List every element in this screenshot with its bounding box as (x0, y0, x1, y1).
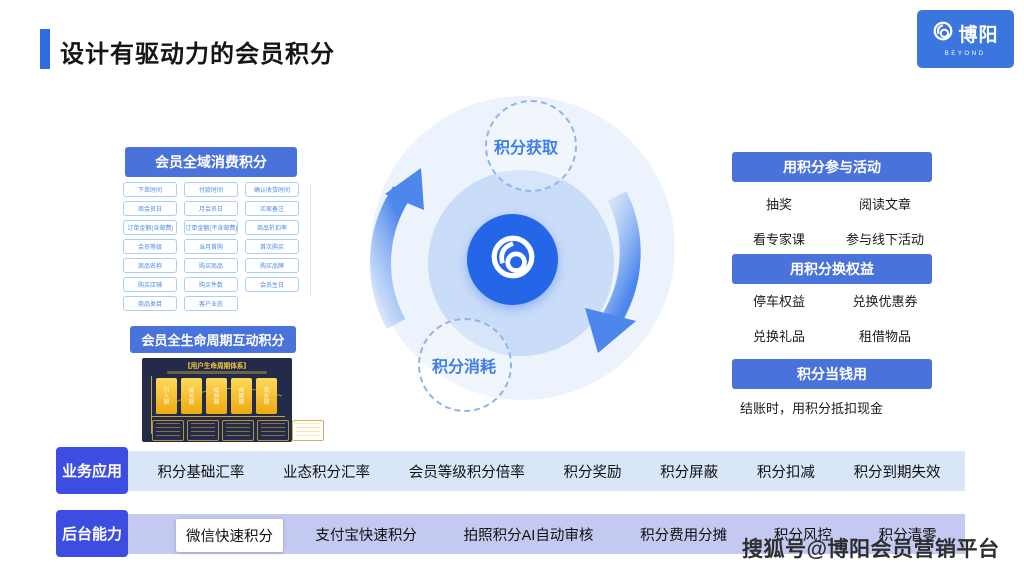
cycle-core-logo (467, 214, 558, 305)
lifecycle-stage-card: 成长期 (181, 378, 202, 414)
lifecycle-stage-card: 引入期 (156, 378, 177, 414)
panel-header-points-as-cash: 积分当钱用 (732, 359, 932, 389)
grid-cell: 商品类目 (123, 296, 177, 311)
beyond-logo-icon (932, 20, 954, 47)
panel-header-activities: 用积分参与活动 (732, 152, 932, 182)
lifecycle-caption-box (257, 420, 289, 441)
business-app-item: 积分基础汇率 (157, 461, 244, 482)
divider (310, 184, 311, 297)
lifecycle-chart-image: 【用户生命周期体系】 引入期成长期成熟期休眠期流失期 (142, 358, 292, 442)
grid-cell: 商品名称 (123, 258, 177, 273)
activity-item: 抽奖 (726, 194, 832, 213)
grid-cell: 买家备注 (245, 201, 299, 216)
grid-cell: 购买商品 (184, 258, 238, 273)
backend-capability-item: 拍照积分AI自动审核 (464, 524, 594, 545)
grid-cell: 客户业态 (184, 296, 238, 311)
consume-points-grid: 下单时间付款时间确认收货时间周会员日月会员日买家备注订单金额(含邮费) 订单金额(… (123, 182, 301, 311)
benefits-items: 停车权益兑换优惠券兑换礼品租借物品 (726, 291, 938, 345)
brand-name: 博阳 (958, 20, 998, 47)
grid-cell: 会员等级 (123, 239, 177, 254)
business-app-item: 积分扣减 (757, 461, 815, 482)
grid-cell: 会员生日 (245, 277, 299, 292)
lifecycle-caption-box (292, 420, 324, 441)
grid-cell: 首次购买 (245, 239, 299, 254)
lifecycle-stage-card: 成熟期 (206, 378, 227, 414)
benefit-item: 租借物品 (832, 326, 938, 345)
lifecycle-caption-box (152, 420, 184, 441)
points-as-cash-note: 结账时，用积分抵扣现金 (740, 398, 883, 417)
grid-cell: 订单金额(不含邮费) (184, 220, 238, 235)
watermark: 搜狐号@博阳会员营销平台 (742, 533, 999, 563)
lifecycle-axis-x (151, 416, 285, 417)
grid-cell: 当月首购 (184, 239, 238, 254)
grid-cell: 购买件数 (184, 277, 238, 292)
backend-capability-item: 支付宝快速积分 (315, 524, 417, 545)
slide: 设计有驱动力的会员积分 博阳 BEYOND 会员全域消费积分 下单时间付款时间确… (0, 0, 1024, 576)
grid-cell: 周会员日 (123, 201, 177, 216)
business-apps-label: 业务应用 (56, 447, 128, 494)
lifecycle-caption-box (222, 420, 254, 441)
lifecycle-caption-box (187, 420, 219, 441)
grid-cell: 商品折扣率 (245, 220, 299, 235)
activity-item: 参与线下活动 (832, 229, 938, 248)
activity-item: 阅读文章 (832, 194, 938, 213)
activities-items: 抽奖阅读文章看专家课参与线下活动 (726, 194, 938, 248)
earn-points-label: 积分获取 (494, 134, 558, 158)
business-apps-items: 积分基础汇率 业态积分汇率 会员等级积分倍率 积分奖励 积分屏蔽 积分扣减 积分到期失效 (138, 451, 960, 491)
lifecycle-stage-card: 休眠期 (231, 378, 252, 414)
panel-header-consume-points: 会员全域消费积分 (125, 147, 297, 177)
benefit-item: 兑换优惠券 (832, 291, 938, 310)
business-app-item: 积分到期失效 (854, 461, 941, 482)
business-app-item: 会员等级积分倍率 (409, 461, 525, 482)
title-accent-bar (40, 29, 50, 69)
grid-cell: 付款时间 (184, 182, 238, 197)
lifecycle-stage-card: 流失期 (256, 378, 277, 414)
brand-logo: 博阳 BEYOND (917, 10, 1014, 68)
beyond-logo-icon (488, 232, 538, 287)
grid-cell: 购买品牌 (245, 258, 299, 273)
brand-subtitle: BEYOND (945, 50, 986, 57)
activity-item: 看专家课 (726, 229, 832, 248)
business-app-item: 业态积分汇率 (283, 461, 370, 482)
grid-cell: 购买店铺 (123, 277, 177, 292)
panel-header-benefits: 用积分换权益 (732, 254, 932, 284)
lifecycle-stages: 引入期成长期成熟期休眠期流失期 (156, 378, 277, 414)
grid-cell: 下单时间 (123, 182, 177, 197)
grid-cell: 订单金额(含邮费) (123, 220, 177, 235)
backend-capability-item: 积分费用分摊 (640, 524, 727, 545)
spend-points-label: 积分消耗 (432, 353, 496, 377)
grid-cell: 月会员日 (184, 201, 238, 216)
lifecycle-captions (152, 420, 324, 441)
panel-header-lifecycle-points: 会员全生命周期互动积分 (130, 326, 296, 353)
business-app-item: 积分奖励 (563, 461, 621, 482)
benefit-item: 停车权益 (726, 291, 832, 310)
wechat-quick-points-box: 微信快速积分 (176, 519, 283, 552)
page-title: 设计有驱动力的会员积分 (60, 34, 335, 69)
benefit-item: 兑换礼品 (726, 326, 832, 345)
business-app-item: 积分屏蔽 (660, 461, 718, 482)
grid-cell: 确认收货时间 (245, 182, 299, 197)
backend-capability-label: 后台能力 (56, 510, 128, 557)
